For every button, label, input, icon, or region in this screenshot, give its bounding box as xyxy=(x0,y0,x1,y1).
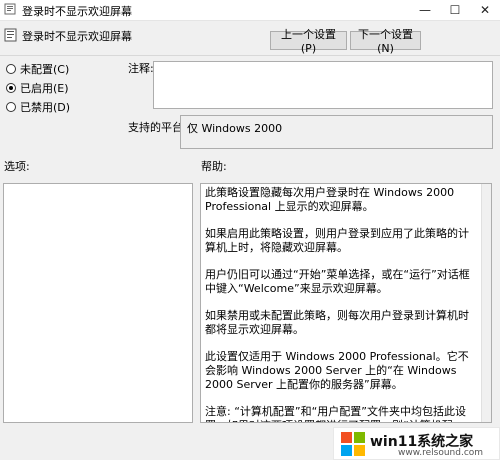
radio-button[interactable] xyxy=(6,83,16,93)
maximize-icon: ☐ xyxy=(449,3,461,17)
help-paragraph: 此设置仅适用于 Windows 2000 Professional。它不会影响 … xyxy=(205,350,469,391)
help-paragraph: 用户仍旧可以通过“开始”菜单选择，或在“运行”对话框中键入“Welcome”来显… xyxy=(205,268,470,295)
supported-on-value: 仅 Windows 2000 xyxy=(180,115,493,149)
window-title: 登录时不显示欢迎屏幕 xyxy=(22,5,132,18)
watermark-url: www.relsound.com xyxy=(398,448,484,458)
radio-label: 已启用(E) xyxy=(20,82,69,95)
header-divider xyxy=(0,55,500,56)
supported-on-label: 支持的平台: xyxy=(128,121,187,134)
help-scrollbar[interactable] xyxy=(481,184,491,422)
maximize-button[interactable]: ☐ xyxy=(440,0,470,20)
minimize-button[interactable]: — xyxy=(410,0,440,20)
radio-enabled[interactable]: 已启用(E) xyxy=(6,81,69,95)
comment-textarea[interactable] xyxy=(153,61,493,109)
radio-label: 已禁用(D) xyxy=(20,101,71,114)
policy-setting-icon xyxy=(4,28,17,42)
options-panel xyxy=(3,183,193,423)
help-paragraph: 注意: “计算机配置”和“用户配置”文件夹中均包括此设置。如果对这两项设置都进行… xyxy=(205,405,466,422)
radio-label: 未配置(C) xyxy=(20,63,70,76)
radio-disabled[interactable]: 已禁用(D) xyxy=(6,100,70,114)
windows-logo-icon xyxy=(341,432,365,456)
previous-setting-button[interactable]: 上一个设置(P) xyxy=(270,28,347,55)
minimize-icon: — xyxy=(419,3,431,17)
radio-button[interactable] xyxy=(6,64,16,74)
close-icon: ✕ xyxy=(479,3,491,17)
comment-label: 注释: xyxy=(128,62,154,75)
policy-name: 登录时不显示欢迎屏幕 xyxy=(22,30,132,43)
help-paragraph: 如果禁用或未配置此策略，则每次用户登录到计算机时都将显示欢迎屏幕。 xyxy=(205,309,469,336)
close-button[interactable]: ✕ xyxy=(470,0,500,20)
radio-not-configured[interactable]: 未配置(C) xyxy=(6,62,69,76)
options-label: 选项: xyxy=(4,160,30,173)
watermark: win11系统之家 www.relsound.com xyxy=(333,427,500,460)
radio-button[interactable] xyxy=(6,102,16,112)
title-bar: 登录时不显示欢迎屏幕 — ☐ ✕ xyxy=(0,0,500,21)
help-panel[interactable]: 此策略设置隐藏每次用户登录时在 Windows 2000 Professiona… xyxy=(200,183,492,423)
help-paragraph: 如果启用此策略设置，则用户登录到应用了此策略的计算机上时，将隐藏欢迎屏幕。 xyxy=(205,227,469,254)
help-label: 帮助: xyxy=(201,160,227,173)
next-setting-button[interactable]: 下一个设置(N) xyxy=(350,28,421,55)
help-paragraph: 此策略设置隐藏每次用户登录时在 Windows 2000 Professiona… xyxy=(205,186,455,213)
policy-window-icon xyxy=(4,3,16,15)
